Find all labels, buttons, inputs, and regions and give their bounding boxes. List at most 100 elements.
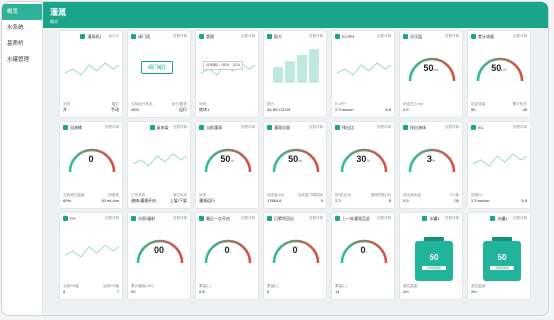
chart-tooltip: 分块阀1 · 0834 · 1024	[203, 61, 244, 70]
card-visual: 50bar	[403, 43, 459, 91]
card-19[interactable]: 水罐1 查看详情 50 3260308 液位高度 2m	[399, 212, 463, 300]
card-title: 排出比	[342, 124, 354, 130]
card-header: EC 查看详情	[468, 122, 530, 133]
details-link[interactable]: 查看详情	[309, 216, 323, 221]
card-7[interactable]: 回液桶 查看详情 0 当前液位高度 回液泵 60% 00 mL/cm	[59, 121, 123, 209]
details-link[interactable]: 查看详情	[173, 125, 187, 130]
card-4[interactable]: EC/PH 查看详情 EC/PH 2.3 ms/cm 6.5	[331, 30, 395, 118]
footer-value: 5	[63, 289, 66, 294]
card-footer: 工作状态 液位状态 液体/灌溉开启 上架/下架	[131, 192, 187, 204]
details-link[interactable]: 查看详情	[377, 34, 391, 39]
card-10[interactable]: 灌溉总量 查看详情 50ml 设定量(ml) 设定量下降时间 17664.6 0	[263, 121, 327, 209]
details-link[interactable]: 查看详情	[513, 125, 527, 130]
details-link[interactable]: 查看详情	[173, 216, 187, 221]
card-header: 最后一次开启 查看详情	[196, 213, 258, 224]
card-title: EC/PH	[342, 34, 355, 39]
details-link[interactable]: 查看详情	[377, 216, 391, 221]
card-3[interactable]: 配方 查看详情 配方 A1 B2 C3 D5	[263, 30, 327, 118]
valve-label[interactable]: 阀门组1	[141, 61, 173, 74]
card-footer: 配方 A1 B2 C3 D5	[267, 101, 323, 113]
details-link[interactable]: 查看详情	[513, 34, 527, 39]
footer-value: 2m	[471, 289, 477, 294]
card-title: 回液桶	[70, 124, 82, 130]
card-header: 回液桶 查看详情	[60, 122, 122, 133]
gauge-value: 50%	[199, 154, 255, 164]
card-16[interactable]: 最后一次开启 查看详情 0 累量(L) 0.8	[195, 212, 259, 300]
footer-value: 液体/灌溉开启	[131, 198, 157, 203]
details-link[interactable]: 查看详情	[445, 125, 459, 130]
tank-icon	[490, 216, 496, 221]
card-18[interactable]: 上一轮灌溉至此 查看详情 0 累量(L) 14	[331, 212, 395, 300]
manage-icon	[199, 34, 204, 39]
card-6[interactable]: 累计流量 查看详情 50L/H 设定流量 累计时长 50 28	[467, 30, 531, 118]
card-title: 管理	[206, 33, 214, 39]
details-link[interactable]: 查看详情	[241, 34, 255, 39]
details-link[interactable]: 查看详情	[445, 216, 459, 221]
page-subtitle: 概况	[50, 19, 58, 24]
gauge-number: 50	[220, 154, 231, 164]
details-link[interactable]: 查看详情	[241, 125, 255, 130]
dashboard-grid: 灌溉机1 运行中 状态 模式开手动 阀门组 查看详情 阀门组1 当前运行状态 运行/暂停 45% 运…	[59, 30, 535, 300]
card-visual	[63, 43, 120, 91]
card-2[interactable]: 管理 查看详情 分块阀1 · 0834 · 1024 地块 地块1	[195, 30, 259, 118]
card-header: 管理 查看详情	[196, 31, 258, 42]
details-link[interactable]: 查看详情	[309, 34, 323, 39]
card-title: PH	[70, 216, 76, 221]
gauge-number: 0	[292, 245, 298, 255]
card-footer: 当前PH值 目标PH值 5 7	[63, 283, 119, 295]
details-link[interactable]: 查看详情	[105, 216, 119, 221]
card-footer: 液位高度 2m	[403, 283, 459, 295]
sidebar-item-substrate[interactable]: 基质桥	[2, 36, 42, 52]
card-15[interactable]: 光照/辐射 查看详情 00 累计辐射(J/m) 00	[127, 212, 191, 300]
recipe-bar	[285, 61, 295, 83]
card-20[interactable]: 水罐1 查看详情 50 3260308 液位高度 2m	[467, 212, 531, 300]
details-link[interactable]: 运行中	[109, 34, 120, 39]
footer-value: 6.5	[385, 107, 391, 112]
card-visual: 50%	[199, 134, 255, 182]
card-visual: 0	[335, 225, 391, 273]
sidebar-item-water-system[interactable]: 水系统	[2, 20, 42, 36]
card-13[interactable]: EC 查看详情 回液EC 2.3 ms/cm 6.5	[467, 121, 531, 209]
sidebar-item-overview[interactable]: 概览	[2, 4, 42, 20]
card-12[interactable]: 排出液体 查看详情 3% 排出液体量 EC值 0.5 00	[399, 121, 463, 209]
card-title: 水压值	[410, 33, 422, 39]
sidebar-item-tank-management[interactable]: 水罐管理	[2, 52, 42, 68]
card-1[interactable]: 阀门组 查看详情 阀门组1 当前运行状态 运行/暂停 45% 运行	[127, 30, 191, 118]
card-visual: 50 3260308	[403, 225, 459, 281]
footer-value: 2.3 ms/cm	[471, 198, 490, 203]
gauge-value: 50ml	[267, 154, 323, 164]
card-header: 水压值 查看详情	[400, 31, 462, 42]
gauge-number: 50	[491, 63, 502, 73]
card-17[interactable]: 日累积回出 查看详情 0 累量(L) 5	[263, 212, 327, 300]
card-0[interactable]: 灌溉机1 运行中 状态 模式开手动	[59, 30, 123, 118]
footer-value: 50	[471, 107, 476, 112]
details-link[interactable]: 查看详情	[173, 34, 187, 39]
details-link[interactable]: 查看详情	[445, 34, 459, 39]
card-header: 当前灌溉 查看详情	[196, 122, 258, 133]
footer-value: 0.5	[403, 198, 409, 203]
card-11[interactable]: 排出比 查看详情 30% 排出比(%) 灌溉次数(次) 2.3 5	[331, 121, 395, 209]
card-visual	[267, 43, 323, 91]
gauge-unit: %	[366, 159, 370, 163]
details-link[interactable]: 查看详情	[513, 216, 527, 221]
sidebar: 概览 水系统 基质桥 水罐管理	[2, 2, 43, 315]
gauge-value: 0	[335, 245, 391, 255]
details-link[interactable]: 查看详情	[309, 125, 323, 130]
footer-value: 灌溉运行	[199, 198, 215, 203]
gauge-number: 50	[288, 154, 299, 164]
footer-value: 0	[320, 198, 323, 203]
ph-icon	[63, 216, 68, 221]
card-14[interactable]: PH 查看详情当前PH值 目标PH值 5 7	[59, 212, 123, 300]
details-link[interactable]: 查看详情	[241, 216, 255, 221]
card-visual: 30%	[335, 134, 391, 182]
card-header: EC/PH 查看详情	[332, 31, 394, 42]
card-8[interactable]: 苗床架 查看详情 工作状态 液位状态 液体/灌溉开启 上架/下架	[127, 121, 191, 209]
details-link[interactable]: 查看详情	[377, 125, 391, 130]
card-footer: EC/PH 2.3 ms/cm 6.5	[335, 101, 391, 113]
card-title: 灌溉总量	[274, 124, 290, 130]
card-5[interactable]: 水压值 查看详情 50bar 设定压力 bar 0.5	[399, 30, 463, 118]
card-9[interactable]: 当前灌溉 查看详情 50% 状态 灌溉运行	[195, 121, 259, 209]
card-header: 配方 查看详情	[264, 31, 326, 42]
footer-value: 60%	[63, 198, 72, 203]
details-link[interactable]: 查看详情	[105, 125, 119, 130]
